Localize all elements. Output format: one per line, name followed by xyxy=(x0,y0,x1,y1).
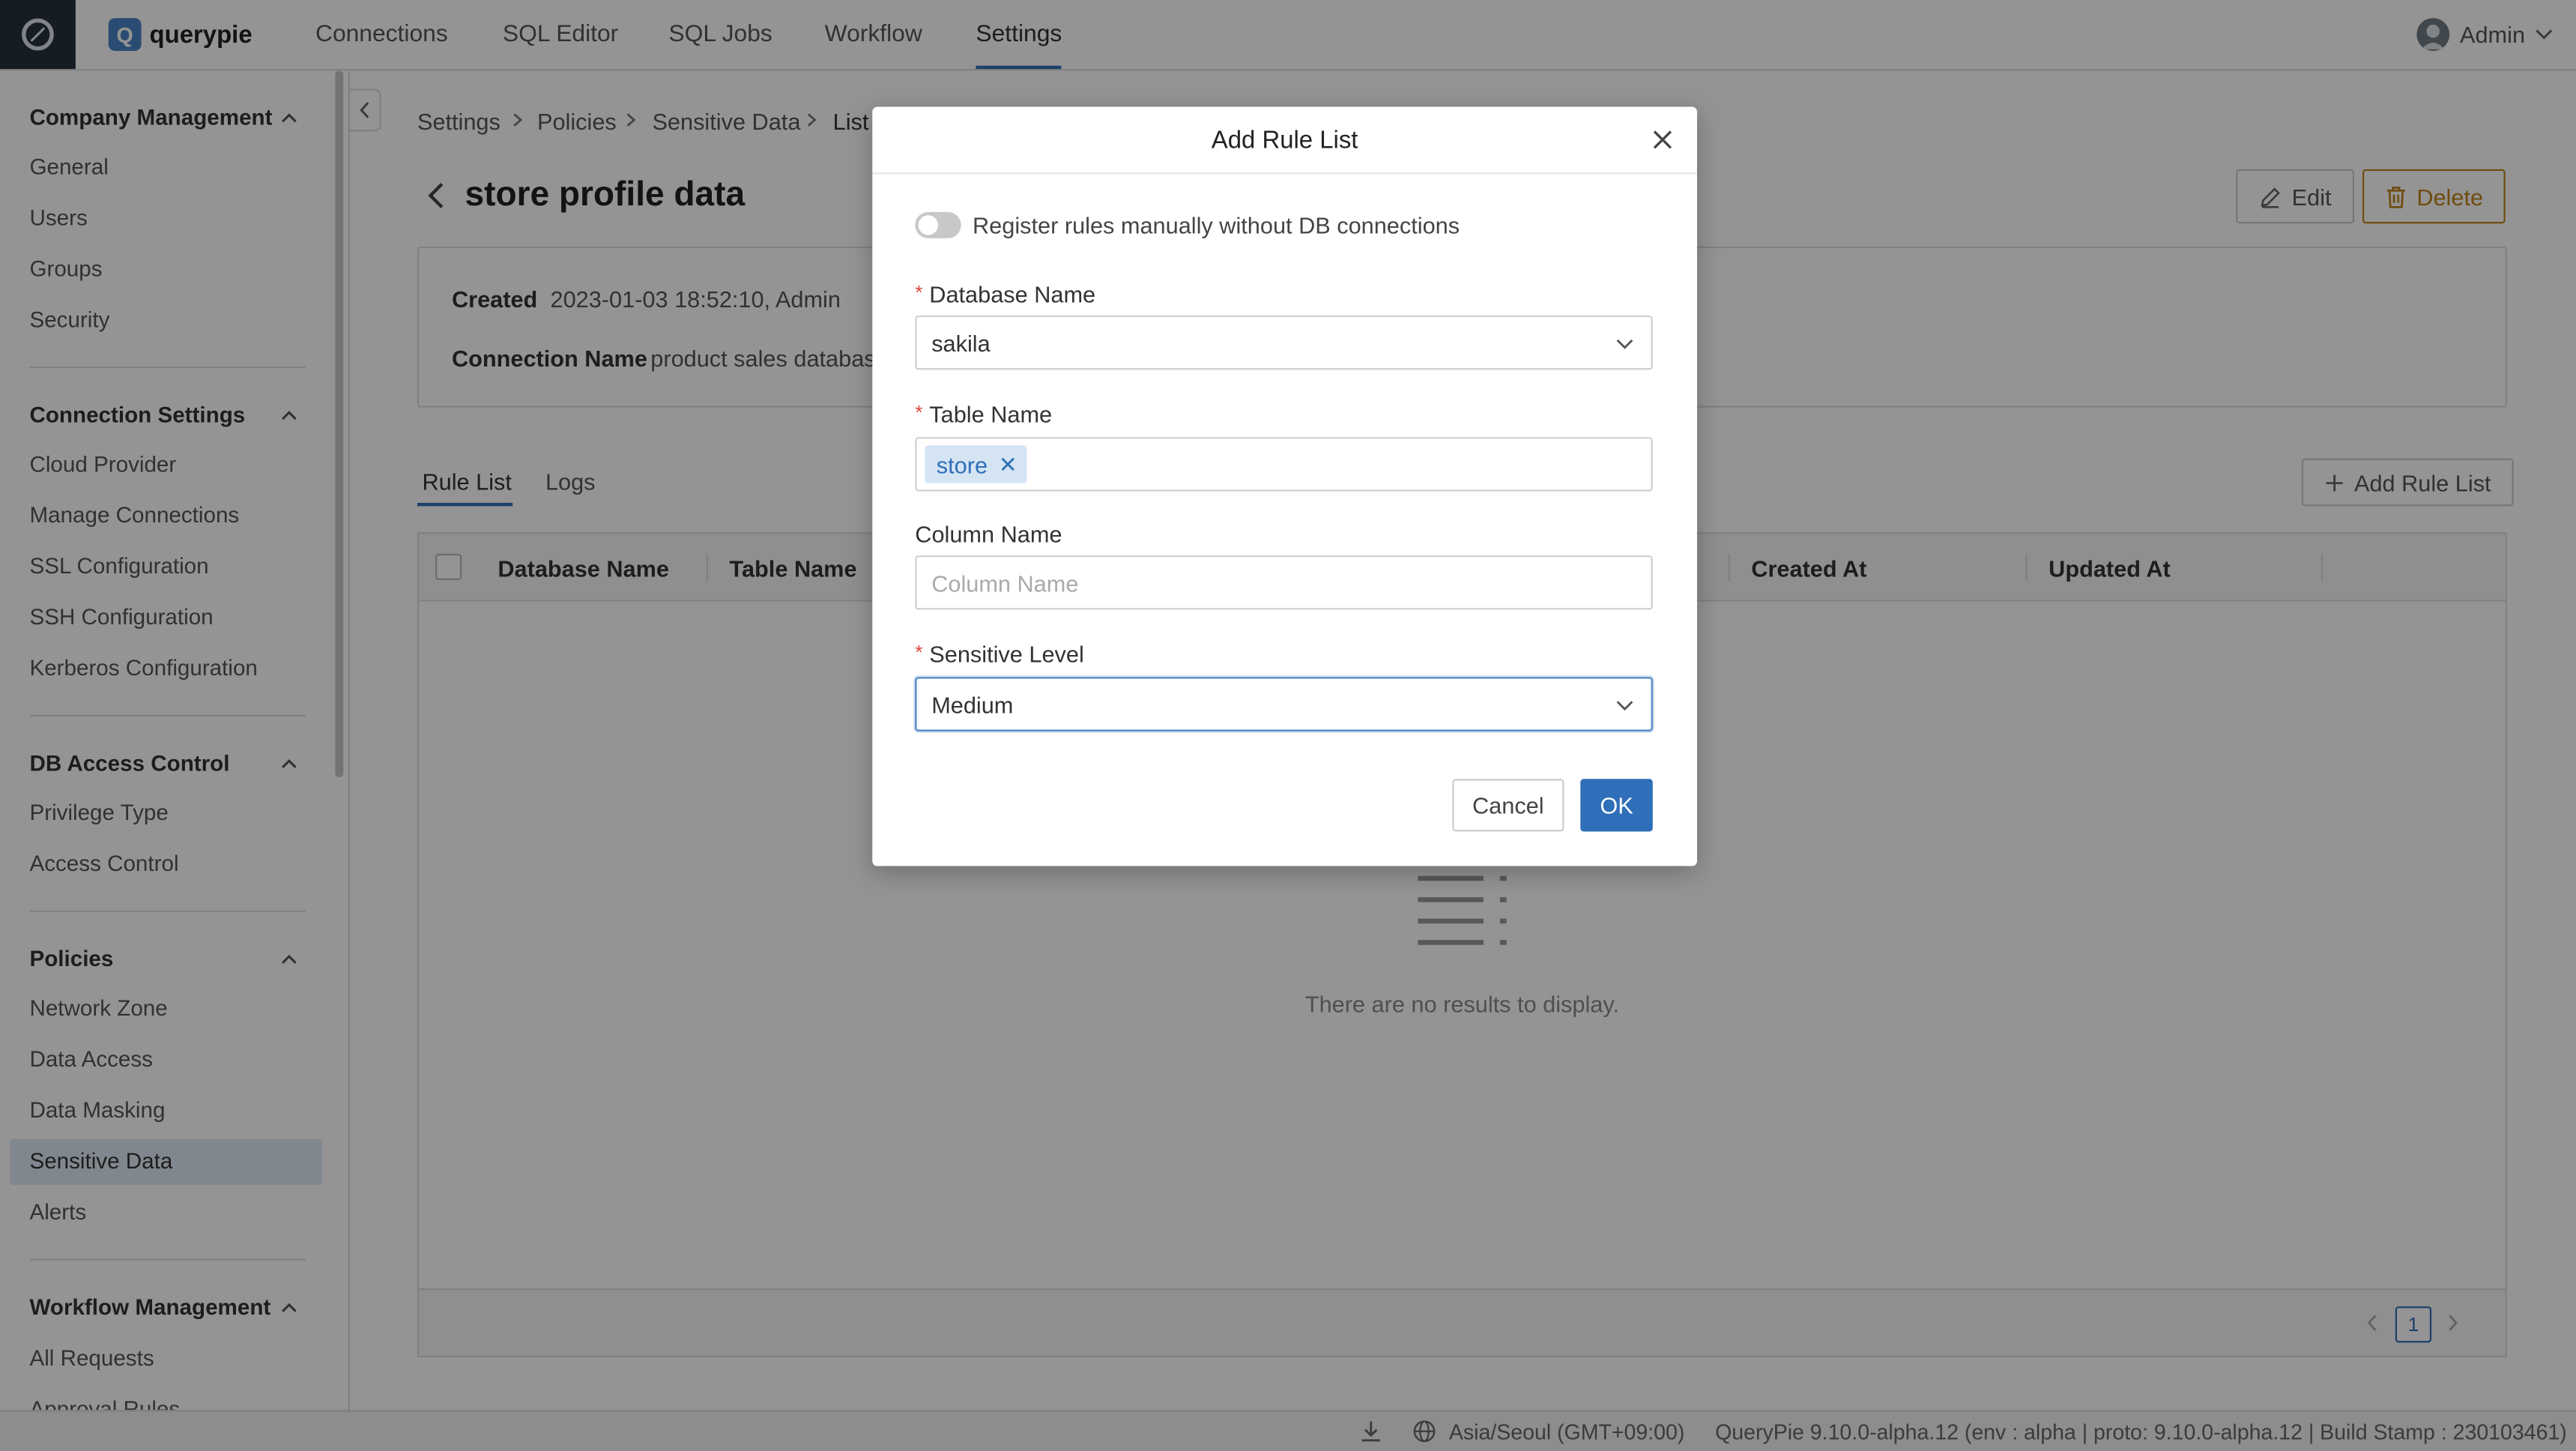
column-name-input[interactable] xyxy=(931,569,1636,596)
column-name-field[interactable] xyxy=(915,555,1653,610)
chevron-down-icon xyxy=(1616,701,1633,711)
database-name-select[interactable]: sakila xyxy=(915,315,1653,370)
required-marker: * xyxy=(915,280,923,304)
cancel-button[interactable]: Cancel xyxy=(1452,779,1564,832)
table-tag-label: store xyxy=(936,450,988,477)
required-marker: * xyxy=(915,400,923,424)
chevron-down-icon xyxy=(1616,339,1633,349)
dialog-header: Add Rule List xyxy=(872,107,1697,175)
database-name-label: * Database Name xyxy=(915,281,1095,307)
manual-register-label: Register rules manually without DB conne… xyxy=(973,211,1460,238)
sensitive-level-label: * Sensitive Level xyxy=(915,641,1083,667)
sensitive-level-label-text: Sensitive Level xyxy=(929,641,1084,668)
column-name-label: Column Name xyxy=(915,521,1062,548)
manual-register-toggle[interactable] xyxy=(915,211,961,238)
dialog-title: Add Rule List xyxy=(1211,126,1358,155)
required-marker: * xyxy=(915,641,923,664)
close-icon[interactable] xyxy=(1651,128,1675,151)
remove-tag-icon[interactable] xyxy=(1001,457,1016,472)
database-name-value: sakila xyxy=(931,329,991,356)
table-name-input[interactable]: store xyxy=(915,437,1653,492)
table-name-label: * Table Name xyxy=(915,401,1052,427)
add-rule-list-dialog: Add Rule List Register rules manually wi… xyxy=(872,106,1697,866)
table-tag: store xyxy=(925,445,1027,483)
sensitive-level-select[interactable]: Medium xyxy=(915,677,1653,731)
database-name-label-text: Database Name xyxy=(929,280,1096,308)
ok-button[interactable]: OK xyxy=(1580,779,1653,832)
sensitive-level-value: Medium xyxy=(931,690,1014,718)
table-name-label-text: Table Name xyxy=(929,400,1053,428)
